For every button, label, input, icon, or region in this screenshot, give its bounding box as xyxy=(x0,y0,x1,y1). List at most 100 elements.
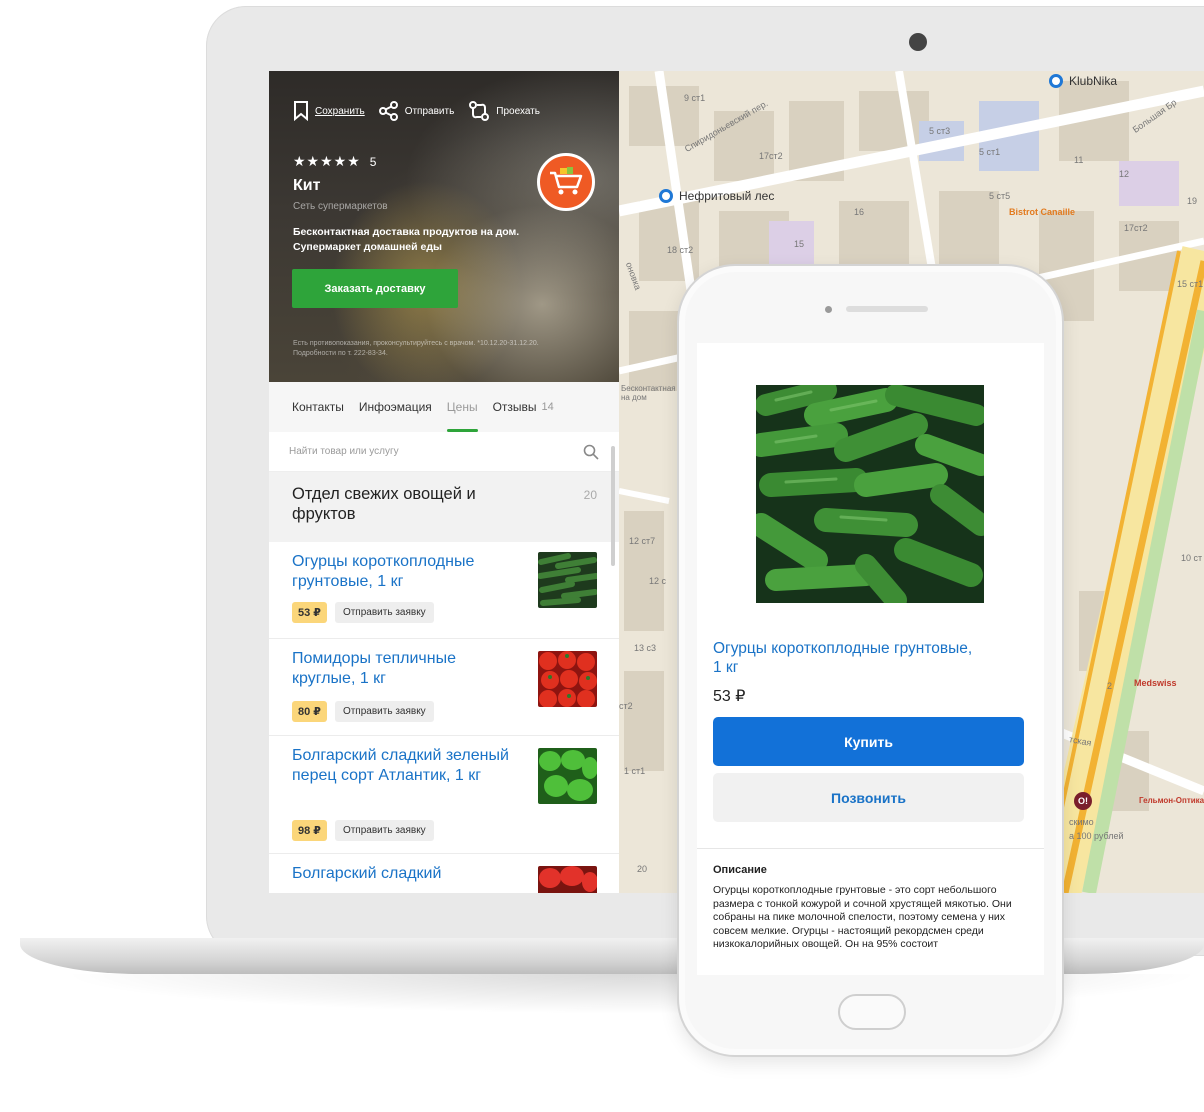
map-poi-eskimo[interactable]: O! xyxy=(1074,792,1092,810)
save-button[interactable]: Сохранить xyxy=(293,101,365,121)
place-tabs: Контакты Инфоэмация Цены Отзывы 14 xyxy=(269,382,619,432)
share-button[interactable]: Отправить xyxy=(378,101,455,121)
building-number: 2 xyxy=(1107,681,1113,691)
map-place-label: а 100 рублей xyxy=(1069,831,1124,841)
map-poi-label: Нефритовый лес xyxy=(679,189,775,203)
building-number: 17ст2 xyxy=(1124,223,1148,233)
place-category: Сеть супермаркетов xyxy=(293,201,388,212)
shopping-cart-icon xyxy=(550,167,583,195)
phone-speaker xyxy=(846,306,928,312)
tab-reviews[interactable]: Отзывы 14 xyxy=(493,382,554,432)
map-pin-icon xyxy=(659,189,673,203)
product-actions: 80 ₽ Отправить заявку xyxy=(292,701,434,722)
category-title: Отдел свежих овощей и фруктов xyxy=(292,485,476,523)
rating: ★★★★★ 5 xyxy=(293,153,376,170)
building-number: 5 ст1 xyxy=(979,147,1001,157)
star-rating-icon: ★★★★★ xyxy=(293,153,361,169)
building-number: 5 ст3 xyxy=(929,126,951,136)
product-title[interactable]: Помидоры тепличные круглые, 1 кг xyxy=(292,649,522,689)
reviews-count: 14 xyxy=(541,401,554,413)
share-icon xyxy=(378,101,398,121)
list-item[interactable]: Огурцы короткоплодные грунтовые, 1 кг 53… xyxy=(269,542,619,639)
building-number: 12 ст7 xyxy=(629,536,656,546)
description-heading: Описание xyxy=(713,864,767,876)
building-number: 9 ст1 xyxy=(684,93,706,103)
route-button[interactable]: Проехать xyxy=(468,101,540,121)
route-icon xyxy=(469,101,490,121)
tab-label: Контакты xyxy=(292,400,344,414)
home-button[interactable] xyxy=(838,994,906,1030)
building-number: 12 с xyxy=(649,576,667,586)
price-badge: 98 ₽ xyxy=(292,820,327,841)
product-list: Огурцы короткоплодные грунтовые, 1 кг 53… xyxy=(269,542,619,893)
building-number: 10 ст xyxy=(1181,553,1203,563)
map-place-label: Гельмон-Оптика xyxy=(1139,796,1204,805)
product-price: 53 ₽ xyxy=(713,688,746,705)
search-icon[interactable] xyxy=(583,444,599,460)
list-item[interactable]: Болгарский сладкий зеленый перец сорт Ат… xyxy=(269,736,619,854)
order-delivery-button[interactable]: Заказать доставку xyxy=(292,269,458,308)
send-request-button[interactable]: Отправить заявку xyxy=(334,820,434,841)
tab-label: Отзывы xyxy=(492,400,537,414)
search-input[interactable] xyxy=(289,446,583,457)
place-hero: Сохранить Отправить Проехать ★★★★★ 5 Кит… xyxy=(269,71,619,382)
phone-screen: Огурцы короткоплодные грунтовые, 1 кг 53… xyxy=(697,343,1044,975)
buy-button[interactable]: Купить xyxy=(713,717,1024,766)
map-place-label: Бесконтактная на дом xyxy=(621,384,676,402)
tab-label: Инфоэмация xyxy=(358,400,432,414)
place-card-panel: Сохранить Отправить Проехать ★★★★★ 5 Кит… xyxy=(269,71,619,893)
product-actions: 98 ₽ Отправить заявку xyxy=(292,820,434,841)
map-poi-nefrit[interactable]: Нефритовый лес xyxy=(659,189,774,203)
building-number: 12 xyxy=(1119,169,1130,179)
building-number: 17ст2 xyxy=(759,151,783,161)
product-title[interactable]: Болгарский сладкий xyxy=(292,864,522,884)
tab-info[interactable]: Инфоэмация xyxy=(359,382,432,432)
map-pin-icon xyxy=(1049,74,1063,88)
place-title: Кит xyxy=(293,177,321,194)
list-item[interactable]: Болгарский сладкий xyxy=(269,854,619,893)
product-title[interactable]: Огурцы короткоплодные грунтовые, 1 кг xyxy=(292,552,522,592)
map-place-label: скимо xyxy=(1069,817,1094,827)
tomatoes-thumbnail[interactable] xyxy=(538,651,597,707)
building-number: 5 ст5 xyxy=(989,191,1011,201)
map-place-label: Bistrot Canaille xyxy=(1009,207,1076,217)
category-header: Отдел свежих овощей и фруктов 20 xyxy=(269,472,619,542)
rating-value: 5 xyxy=(369,154,377,169)
share-label: Отправить xyxy=(404,105,455,117)
product-title: Огурцы короткоплодные грунтовые, 1 кг xyxy=(713,640,973,676)
map-place-label: Medswiss xyxy=(1134,678,1177,688)
building-number: 15 xyxy=(794,239,805,249)
cart-logo xyxy=(537,153,595,211)
call-button[interactable]: Позвонить xyxy=(713,773,1024,822)
product-title[interactable]: Болгарский сладкий зеленый перец сорт Ат… xyxy=(292,746,522,786)
bookmark-icon xyxy=(294,101,308,121)
save-label: Сохранить xyxy=(315,105,365,117)
green-peppers-thumbnail[interactable] xyxy=(538,748,597,804)
category-count: 20 xyxy=(583,488,597,502)
send-request-button[interactable]: Отправить заявку xyxy=(334,602,434,623)
building-number: 15 ст1 xyxy=(1177,279,1204,289)
building-number: 1 ст1 xyxy=(624,766,646,776)
place-description: Бесконтактная доставка продуктов на дом.… xyxy=(293,226,520,253)
tab-prices[interactable]: Цены xyxy=(446,382,478,432)
map-poi-klubnika[interactable]: KlubNika xyxy=(1049,74,1117,88)
webcam-icon xyxy=(909,33,927,51)
description-text: Огурцы короткоплодные грунтовые - это со… xyxy=(713,884,1012,950)
phone-camera-icon xyxy=(825,306,832,313)
cucumbers-thumbnail[interactable] xyxy=(538,552,597,608)
building-number: 18 ст2 xyxy=(667,245,694,255)
building-number: 16 xyxy=(854,207,865,217)
price-badge: 53 ₽ xyxy=(292,602,327,623)
product-search xyxy=(269,432,619,472)
tab-label: Цены xyxy=(446,400,478,414)
price-badge: 80 ₽ xyxy=(292,701,327,722)
send-request-button[interactable]: Отправить заявку xyxy=(334,701,434,722)
building-number: 13 с3 xyxy=(634,643,657,653)
building-number: 20 xyxy=(637,864,648,874)
map-pin-icon: O! xyxy=(1074,792,1092,810)
route-label: Проехать xyxy=(496,105,540,117)
list-item[interactable]: Помидоры тепличные круглые, 1 кг 80 ₽ От… xyxy=(269,639,619,736)
disclaimer-text: Есть противопоказания, проконсультируйте… xyxy=(293,340,539,357)
tab-contacts[interactable]: Контакты xyxy=(292,382,344,432)
red-peppers-thumbnail[interactable] xyxy=(538,866,597,893)
